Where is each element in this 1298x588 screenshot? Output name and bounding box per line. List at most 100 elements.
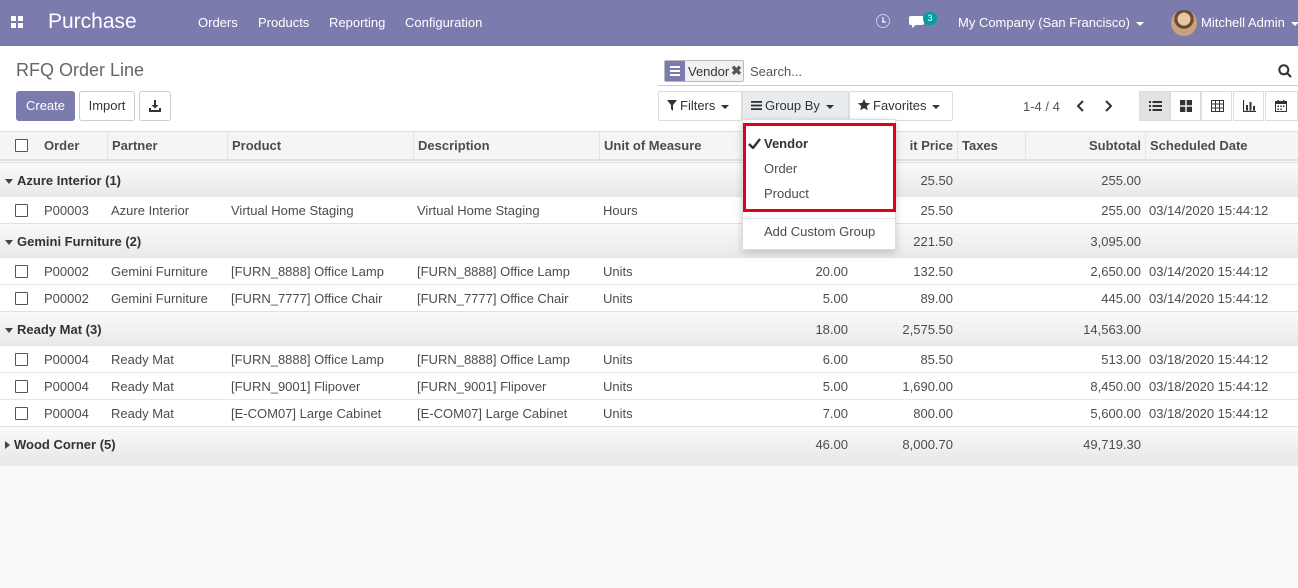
company-switcher[interactable]: My Company (San Francisco) [958,15,1144,30]
group-label: Wood Corner (5) [14,437,116,452]
export-button[interactable] [139,91,171,121]
cell-partner: Azure Interior [111,203,190,218]
top-navbar: Purchase Orders Products Reporting Confi… [0,0,1298,46]
group-by-button[interactable]: Group By [742,91,849,121]
chevron-down-icon [721,104,730,109]
cell-uom: Hours [603,203,638,218]
chevron-right-icon[interactable] [1101,96,1115,116]
chevron-left-icon[interactable] [1074,96,1088,116]
table-row[interactable]: P00003 Azure Interior Virtual Home Stagi… [0,196,1298,223]
download-icon [149,100,161,112]
cell-order: P00004 [44,352,89,367]
grid-icon[interactable] [11,16,23,28]
company-name: My Company (San Francisco) [958,15,1130,30]
chevron-down-icon [1290,21,1298,26]
col-scheduled-date[interactable]: Scheduled Date [1145,132,1298,161]
group-by-dropdown: Vendor Order Product Add Custom Group [742,119,896,250]
group-unit-price: 8,000.70 [902,437,953,452]
favorites-button[interactable]: Favorites [849,91,953,121]
cell-quantity: 5.00 [822,291,848,306]
search-icon[interactable] [1278,64,1292,78]
graph-view-button[interactable] [1233,91,1264,121]
cell-subtotal: 8,450.00 [1090,379,1141,394]
cell-product: [FURN_8888] Office Lamp [231,264,384,279]
cell-unit-price: 85.50 [920,352,953,367]
cell-order: P00002 [44,264,89,279]
cell-partner: Gemini Furniture [111,264,208,279]
chevron-down-icon [932,104,941,109]
list-view-button[interactable] [1139,91,1170,121]
clock-icon[interactable] [876,14,890,28]
group-label: Gemini Furniture (2) [17,234,142,249]
create-button[interactable]: Create [16,91,75,121]
group-label: Azure Interior (1) [17,173,122,188]
table-row[interactable]: P00004 Ready Mat [FURN_8888] Office Lamp… [0,345,1298,372]
user-menu[interactable]: Mitchell Admin [1201,15,1298,30]
caret-right-icon [5,441,10,449]
row-checkbox[interactable] [15,292,28,305]
col-order[interactable]: Order [40,132,107,161]
col-unit-of-measure[interactable]: Unit of Measure [599,132,744,161]
group-title: Azure Interior (1) [5,173,121,188]
table-row[interactable]: P00004 Ready Mat [FURN_9001] Flipover [F… [0,372,1298,399]
col-description[interactable]: Description [413,132,599,161]
group-row-ready-mat[interactable]: Ready Mat (3) 18.00 2,575.50 14,563.00 [0,311,1298,345]
group-row-gemini-furniture[interactable]: Gemini Furniture (2) 221.50 3,095.00 [0,223,1298,257]
menu-configuration[interactable]: Configuration [405,15,482,30]
col-partner[interactable]: Partner [107,132,227,161]
col-taxes[interactable]: Taxes [957,132,1025,161]
list-view-icon [1149,101,1162,111]
row-checkbox[interactable] [15,204,28,217]
search-input[interactable] [748,61,1258,81]
cell-scheduled-date: 03/18/2020 15:44:12 [1149,352,1269,367]
caret-down-icon [5,179,13,184]
menu-products[interactable]: Products [258,15,309,30]
graph-view-icon [1243,100,1256,112]
table-row[interactable]: P00002 Gemini Furniture [FURN_8888] Offi… [0,257,1298,284]
filters-label: Filters [680,98,716,113]
group-title: Gemini Furniture (2) [5,234,141,249]
row-checkbox[interactable] [15,380,28,393]
group-row-azure-interior[interactable]: Azure Interior (1) 25.50 255.00 [0,162,1298,196]
menu-reporting[interactable]: Reporting [329,15,385,30]
group-unit-price: 2,575.50 [902,322,953,337]
row-checkbox[interactable] [15,407,28,420]
row-checkbox[interactable] [15,353,28,366]
filters-button[interactable]: Filters [658,91,742,121]
col-subtotal[interactable]: Subtotal [1025,132,1145,161]
list-icon [751,101,762,110]
group-subtotal: 14,563.00 [1083,322,1141,337]
calendar-view-button[interactable] [1265,91,1298,121]
cell-description: [FURN_7777] Office Chair [417,291,569,306]
cell-partner: Ready Mat [111,352,174,367]
cell-scheduled-date: 03/18/2020 15:44:12 [1149,379,1269,394]
avatar[interactable] [1171,10,1197,36]
table-row[interactable]: P00004 Ready Mat [E-COM07] Large Cabinet… [0,399,1298,426]
col-product[interactable]: Product [227,132,413,161]
breadcrumb: RFQ Order Line [16,60,145,80]
import-button[interactable]: Import [79,91,135,121]
col-unit-price[interactable]: it Price [895,132,957,161]
kanban-view-button[interactable] [1170,91,1201,121]
pivot-view-icon [1211,100,1224,112]
cell-partner: Ready Mat [111,406,174,421]
pivot-view-button[interactable] [1201,91,1232,121]
table-row[interactable]: P00002 Gemini Furniture [FURN_7777] Offi… [0,284,1298,311]
group-row-wood-corner[interactable]: Wood Corner (5) 46.00 8,000.70 49,719.30 [0,426,1298,460]
chevron-down-icon [1135,21,1144,26]
pager-value[interactable]: 1-4 / 4 [1023,99,1060,114]
messages-count-badge: 3 [923,12,937,25]
row-checkbox[interactable] [15,265,28,278]
cell-description: Virtual Home Staging [417,203,540,218]
facet-remove-icon[interactable]: ✖ [731,63,742,79]
menu-orders[interactable]: Orders [198,15,238,30]
select-all-checkbox[interactable] [15,139,28,152]
favorites-label: Favorites [873,98,927,113]
cell-uom: Units [603,291,633,306]
add-custom-group-option[interactable]: Add Custom Group [764,224,875,239]
cell-product: Virtual Home Staging [231,203,354,218]
dropdown-divider [743,218,895,219]
cell-subtotal: 255.00 [1101,203,1141,218]
cell-description: [E-COM07] Large Cabinet [417,406,568,421]
cell-scheduled-date: 03/14/2020 15:44:12 [1149,264,1269,279]
